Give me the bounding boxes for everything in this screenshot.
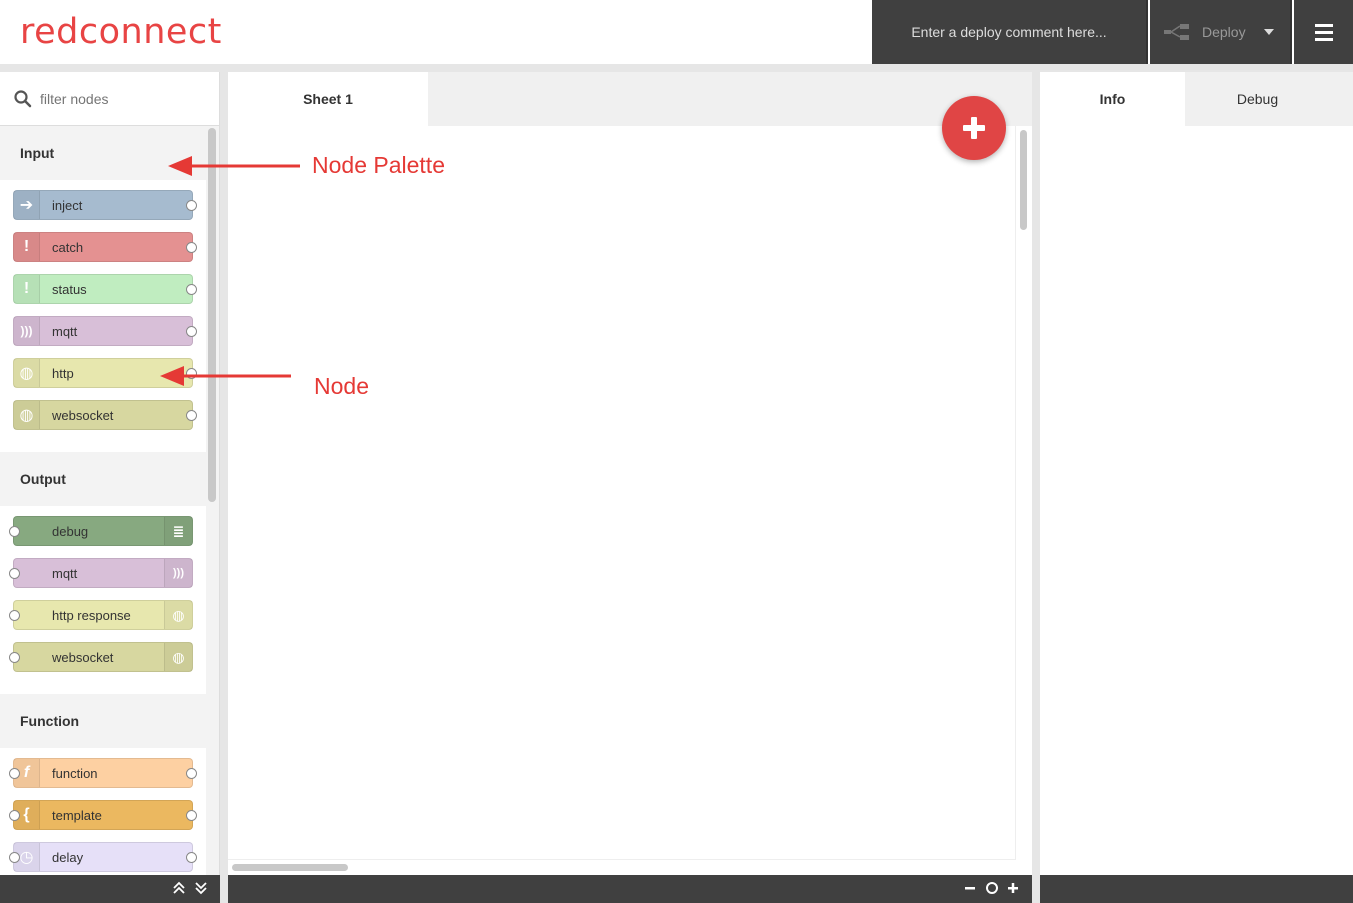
deploy-comment-input[interactable]: Enter a deploy comment here...	[872, 0, 1148, 64]
workspace: Sheet 1	[228, 72, 1032, 875]
input-port	[9, 568, 20, 579]
palette-search	[0, 72, 219, 126]
hamburger-icon-bar	[1314, 37, 1333, 41]
palette-node-template[interactable]: { template	[9, 800, 197, 830]
palette-footer	[0, 875, 220, 903]
globe-icon: ◍	[164, 601, 192, 629]
annotation-arrow	[160, 366, 291, 386]
filter-nodes-input[interactable]	[40, 90, 200, 107]
output-port	[186, 410, 197, 421]
node-label: status	[52, 281, 87, 297]
annotation-arrow	[168, 156, 300, 176]
search-icon	[14, 89, 32, 107]
globe-icon: ◍	[14, 401, 40, 429]
input-port	[9, 810, 20, 821]
sidebar: Info Debug	[1040, 72, 1353, 875]
node-palette: Input ➔ inject ! catch ! status	[0, 72, 220, 875]
bridge-icon: )))	[164, 559, 192, 587]
list-icon: ≣	[164, 517, 192, 545]
zoom-in-icon[interactable]	[1007, 882, 1019, 894]
globe-icon: ◍	[14, 359, 40, 387]
chevron-down-icon[interactable]	[1264, 29, 1274, 35]
input-port	[9, 652, 20, 663]
bridge-icon: )))	[14, 317, 40, 345]
node-label: function	[52, 765, 98, 781]
tab-sheet-1[interactable]: Sheet 1	[228, 72, 428, 126]
node-label: inject	[52, 197, 83, 213]
palette-node-mqtt-in[interactable]: ))) mqtt	[13, 316, 197, 346]
category-body-function: f function { template ◷ delay	[0, 748, 206, 875]
palette-node-function[interactable]: f function	[9, 758, 197, 788]
header-bar: redconnect Enter a deploy comment here..…	[0, 0, 1353, 64]
add-flow-button[interactable]	[942, 96, 1006, 160]
output-port	[186, 242, 197, 253]
palette-node-inject[interactable]: ➔ inject	[13, 190, 197, 220]
output-port	[186, 326, 197, 337]
output-port	[186, 852, 197, 863]
hamburger-icon-bar	[1314, 23, 1333, 27]
main-menu-button[interactable]	[1294, 0, 1353, 64]
node-label: http	[52, 365, 74, 381]
hamburger-icon-bar	[1314, 30, 1333, 34]
node-label: websocket	[52, 649, 114, 665]
collapse-all-icon[interactable]	[172, 881, 186, 895]
output-port	[186, 810, 197, 821]
zoom-reset-icon[interactable]	[985, 881, 999, 895]
expand-all-icon[interactable]	[194, 881, 208, 895]
app-logo: redconnect	[20, 12, 222, 52]
node-label: mqtt	[52, 565, 78, 581]
palette-node-websocket-in[interactable]: ◍ websocket	[13, 400, 197, 430]
category-header-output[interactable]: Output	[0, 452, 206, 506]
node-label: websocket	[52, 407, 114, 423]
node-label: template	[52, 807, 102, 823]
flow-canvas[interactable]	[228, 126, 1016, 860]
tab-debug[interactable]: Debug	[1185, 72, 1330, 126]
palette-node-mqtt-out[interactable]: mqtt )))	[9, 558, 193, 588]
workspace-vertical-scrollbar[interactable]	[1020, 130, 1027, 230]
node-label: debug	[52, 523, 89, 539]
deploy-icon	[1164, 24, 1189, 40]
input-port	[9, 768, 20, 779]
palette-node-websocket-out[interactable]: websocket ◍	[9, 642, 193, 672]
palette-node-catch[interactable]: ! catch	[13, 232, 197, 262]
globe-icon: ◍	[164, 643, 192, 671]
arrow-in-icon: ➔	[14, 191, 40, 219]
workspace-horizontal-scrollbar[interactable]	[232, 864, 348, 871]
palette-node-delay[interactable]: ◷ delay	[9, 842, 197, 872]
workspace-footer	[228, 875, 1032, 903]
output-port	[186, 200, 197, 211]
output-port	[186, 768, 197, 779]
palette-scrollbar[interactable]	[208, 128, 216, 502]
sidebar-footer	[1040, 875, 1353, 903]
category-header-function[interactable]: Function	[0, 694, 206, 748]
node-label: catch	[52, 239, 84, 255]
tab-info[interactable]: Info	[1040, 72, 1185, 126]
input-port	[9, 610, 20, 621]
category-body-input: ➔ inject ! catch ! status ))) mqtt ◍ htt…	[0, 180, 206, 452]
app-window: redconnect Enter a deploy comment here..…	[0, 0, 1353, 903]
zoom-out-icon[interactable]	[964, 882, 976, 894]
annotation-node-palette: Node Palette	[312, 152, 445, 178]
palette-node-list: Input ➔ inject ! catch ! status))) mqtt…	[0, 126, 206, 875]
alert-icon: !	[14, 275, 40, 303]
output-port	[186, 284, 197, 295]
node-label: mqtt	[52, 323, 78, 339]
sidebar-tabs: Info Debug	[1040, 72, 1353, 126]
category-body-output: debug ≣ mqtt ))) http response ◍ websock…	[0, 506, 206, 694]
node-label: delay	[52, 849, 84, 865]
palette-node-http-response[interactable]: http response ◍	[9, 600, 193, 630]
plus-icon	[963, 117, 985, 139]
input-port	[9, 526, 20, 537]
input-port	[9, 852, 20, 863]
alert-icon: !	[14, 233, 40, 261]
node-label: http response	[52, 607, 131, 623]
annotation-node: Node	[314, 373, 369, 399]
palette-node-debug[interactable]: debug ≣	[9, 516, 193, 546]
deploy-button[interactable]: Deploy	[1150, 0, 1292, 64]
workspace-tabs: Sheet 1	[228, 72, 1032, 126]
deploy-label: Deploy	[1202, 24, 1246, 40]
palette-node-status[interactable]: ! status	[13, 274, 197, 304]
